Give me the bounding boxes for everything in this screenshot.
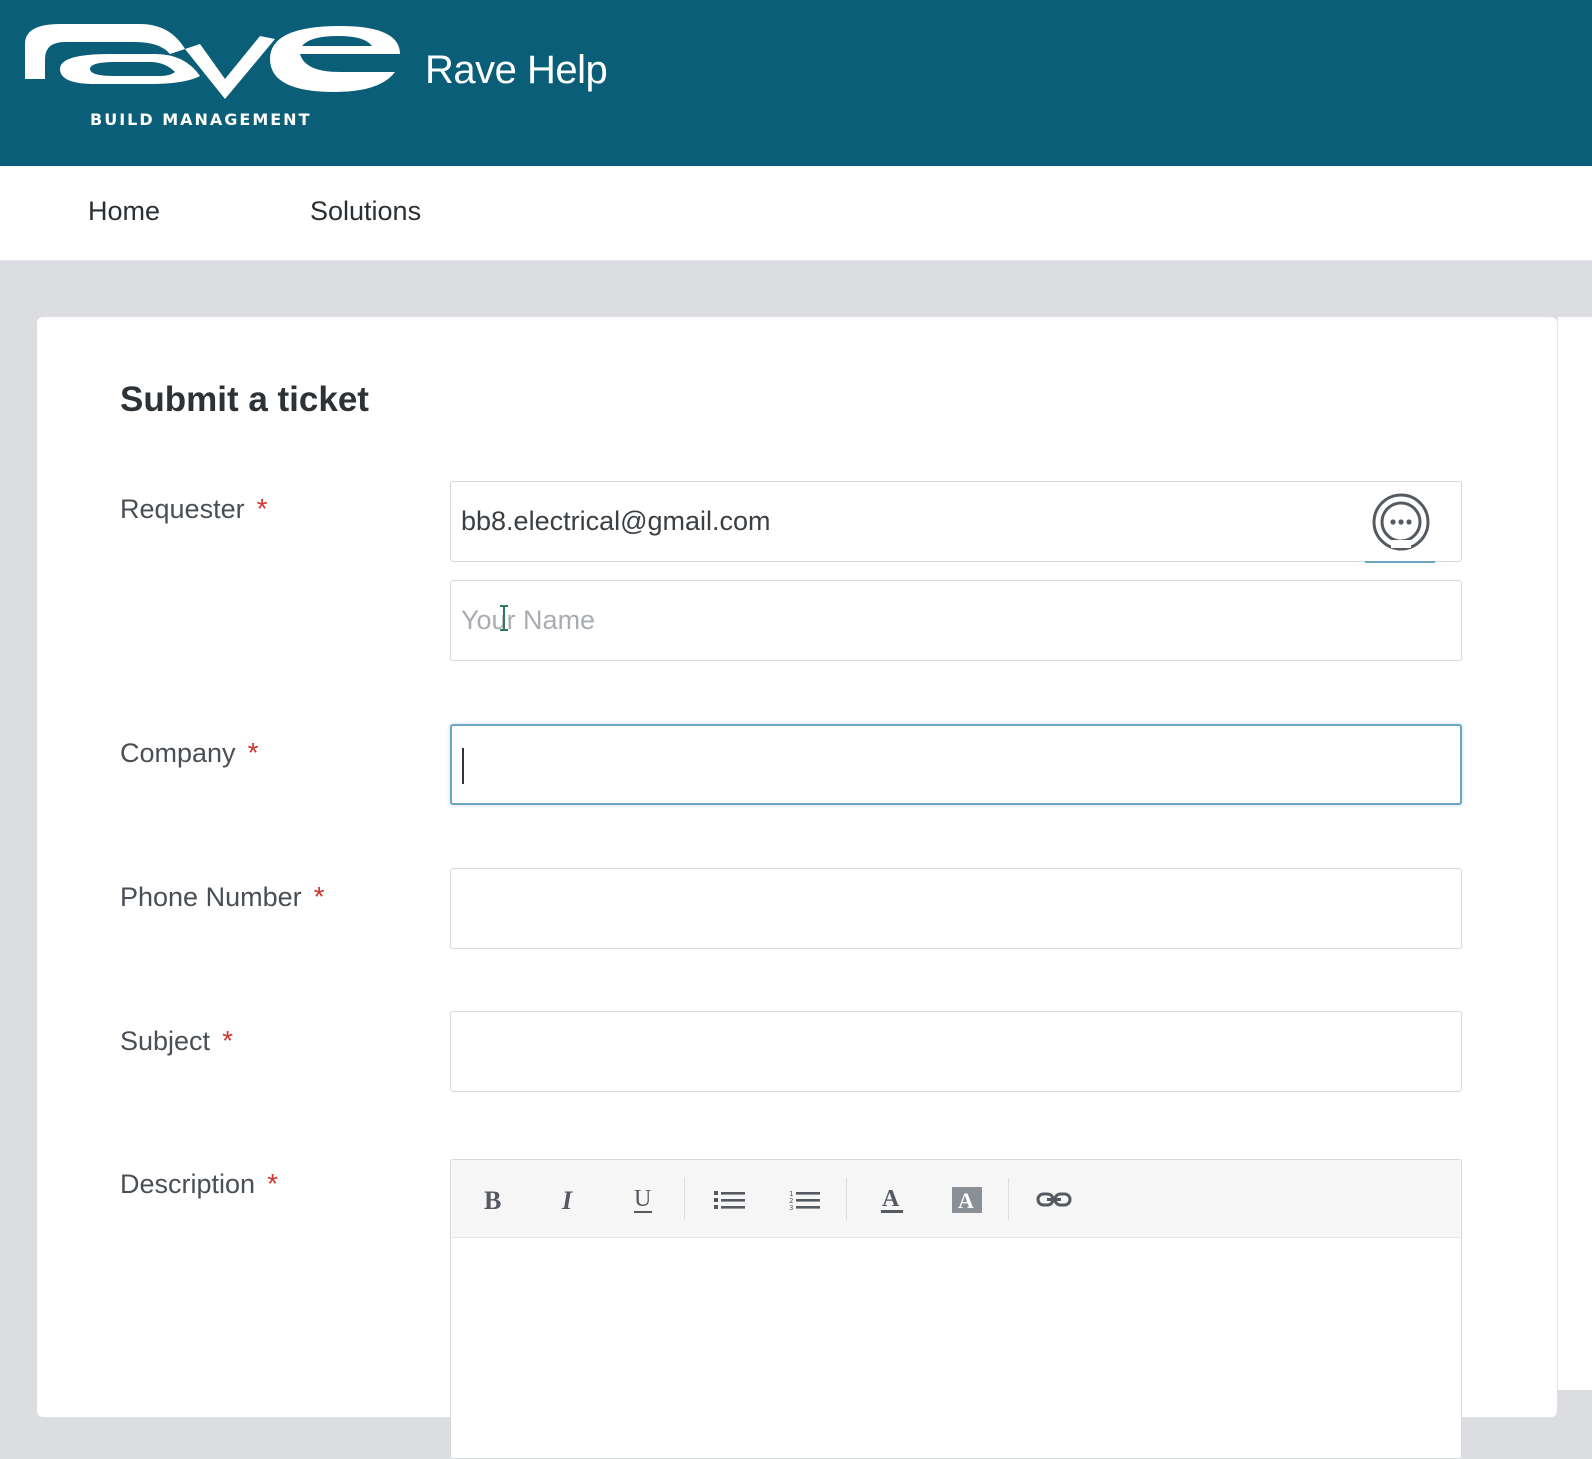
text-caret [462, 748, 464, 784]
font-color-icon[interactable]: A [872, 1180, 912, 1220]
description-label-text: Description [120, 1169, 256, 1199]
description-editor[interactable]: B I U 1 2 3 A A [450, 1159, 1462, 1459]
subject-label: Subject * [120, 1025, 233, 1057]
requester-name-placeholder: Your Name [461, 605, 596, 635]
rave-logo-icon [25, 24, 400, 99]
subject-label-text: Subject [120, 1026, 211, 1056]
toolbar-separator [684, 1178, 685, 1220]
site-header: BUILD MANAGEMENT Rave Help [0, 0, 1592, 166]
toolbar-separator [846, 1178, 847, 1220]
right-panel-edge [1557, 317, 1592, 1390]
company-label-text: Company [120, 738, 236, 768]
required-marker: * [256, 493, 268, 524]
company-field[interactable] [450, 724, 1462, 805]
phone-field[interactable] [450, 868, 1462, 949]
svg-text:U: U [634, 1186, 651, 1212]
svg-text:B: B [484, 1187, 501, 1213]
nav-home-link[interactable]: Home [88, 196, 160, 227]
main-nav: Home Solutions [0, 166, 1592, 261]
numbered-list-icon[interactable]: 1 2 3 [785, 1180, 825, 1220]
svg-text:A: A [958, 1188, 974, 1213]
background-color-icon[interactable]: A [947, 1180, 987, 1220]
contact-picker-underline [1365, 561, 1435, 563]
svg-text:I: I [561, 1187, 573, 1213]
company-label: Company * [120, 737, 258, 769]
required-marker: * [222, 1025, 233, 1056]
italic-icon[interactable]: I [548, 1180, 588, 1220]
requester-name-field[interactable]: Your Name [450, 580, 1462, 661]
contact-picker-icon[interactable] [1371, 492, 1431, 552]
required-marker: * [313, 881, 325, 912]
link-icon[interactable] [1034, 1180, 1074, 1220]
nav-solutions-link[interactable]: Solutions [310, 196, 421, 227]
requester-label: Requester * [120, 493, 267, 525]
underline-icon[interactable]: U [623, 1180, 663, 1220]
ticket-form-card: Submit a ticket Requester * bb8.electrica… [37, 317, 1557, 1459]
site-title[interactable]: Rave Help [425, 48, 608, 93]
logo-subtext: BUILD MANAGEMENT [90, 110, 312, 129]
requester-email-value: bb8.electrical@gmail.com [461, 506, 771, 536]
requester-email-field[interactable]: bb8.electrical@gmail.com [450, 481, 1462, 563]
page-title: Submit a ticket [120, 380, 369, 419]
bold-icon[interactable]: B [473, 1180, 513, 1220]
svg-text:A: A [882, 1186, 900, 1212]
svg-text:3: 3 [789, 1204, 793, 1211]
phone-label: Phone Number * [120, 881, 325, 913]
editor-toolbar: B I U 1 2 3 A A [451, 1160, 1461, 1238]
required-marker: * [247, 737, 259, 768]
text-cursor-icon [500, 605, 508, 631]
requester-label-text: Requester [120, 494, 245, 524]
toolbar-separator [1008, 1178, 1009, 1220]
description-label: Description * [120, 1168, 278, 1200]
required-marker: * [267, 1168, 278, 1199]
phone-label-text: Phone Number [120, 882, 302, 912]
rave-logo[interactable]: BUILD MANAGEMENT [20, 14, 410, 134]
subject-field[interactable] [450, 1011, 1462, 1092]
bulleted-list-icon[interactable] [710, 1180, 750, 1220]
